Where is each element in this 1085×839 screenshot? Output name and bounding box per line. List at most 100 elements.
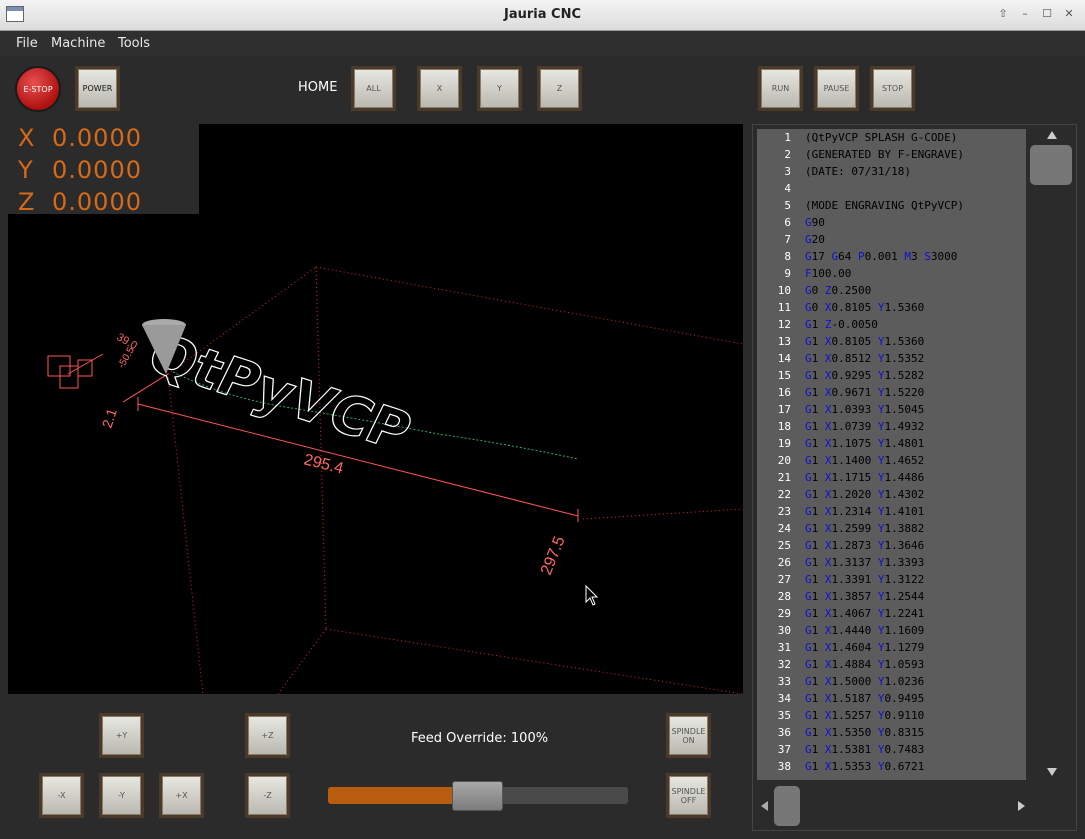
maximize-window-icon[interactable]: ☐ — [1038, 6, 1056, 22]
work-envelope — [167, 266, 743, 694]
gcode-line[interactable]: 12 G1 Z-0.0050 — [757, 316, 1026, 333]
spindle-off-button[interactable]: SPINDLE OFF — [666, 773, 711, 818]
gcode-line-text: (GENERATED BY F-ENGRAVE) — [805, 148, 964, 161]
close-window-icon[interactable]: ✕ — [1060, 6, 1078, 22]
gcode-line[interactable]: 26 G1 X1.3137 Y1.3393 — [757, 554, 1026, 571]
menu-machine[interactable]: Machine — [51, 36, 105, 51]
jog-plus-y-button[interactable]: +Y — [99, 713, 144, 758]
gcode-line[interactable]: 22 G1 X1.2020 Y1.4302 — [757, 486, 1026, 503]
gcode-line-text: G1 X1.3857 Y1.2544 — [805, 590, 925, 603]
gcode-line[interactable]: 23 G1 X1.2314 Y1.4101 — [757, 503, 1026, 520]
power-button[interactable]: POWER — [75, 66, 120, 111]
scroll-up-arrow-icon[interactable] — [1047, 131, 1057, 139]
gcode-line-number: 37 — [777, 743, 791, 756]
gcode-line[interactable]: 19 G1 X1.1075 Y1.4801 — [757, 435, 1026, 452]
gcode-line-number: 9 — [784, 267, 791, 280]
gcode-line-text: G1 X0.8105 Y1.5360 — [805, 335, 925, 348]
scroll-right-arrow-icon[interactable] — [1018, 801, 1025, 811]
home-all-button[interactable]: ALL — [351, 66, 396, 111]
gcode-line-number: 31 — [777, 641, 791, 654]
gcode-line[interactable]: 37 G1 X1.5381 Y0.7483 — [757, 741, 1026, 758]
jog-plus-x-button[interactable]: +X — [159, 773, 204, 818]
dro-panel: X 0.0000 Y 0.0000 Z 0.0000 — [8, 124, 199, 216]
gcode-line[interactable]: 29 G1 X1.4067 Y1.2241 — [757, 605, 1026, 622]
gcode-line[interactable]: 32 G1 X1.4884 Y1.0593 — [757, 656, 1026, 673]
gcode-line[interactable]: 24 G1 X1.2599 Y1.3882 — [757, 520, 1026, 537]
spindle-on-button[interactable]: SPINDLE ON — [666, 713, 711, 758]
dro-z: Z 0.0000 — [18, 188, 142, 216]
jog-minus-x-button[interactable]: -X — [39, 773, 84, 818]
jog-minus-z-button[interactable]: -Z — [245, 773, 290, 818]
run-button[interactable]: RUN — [758, 66, 803, 111]
gcode-line[interactable]: 14 G1 X0.8512 Y1.5352 — [757, 350, 1026, 367]
gcode-line[interactable]: 34 G1 X1.5187 Y0.9495 — [757, 690, 1026, 707]
gcode-line[interactable]: 21 G1 X1.1715 Y1.4486 — [757, 469, 1026, 486]
gcode-editor[interactable]: 1 (QtPyVCP SPLASH G-CODE) 2 (GENERATED BY F… — [757, 129, 1026, 780]
gcode-line[interactable]: 11 G0 X0.8105 Y1.5360 — [757, 299, 1026, 316]
gcode-line[interactable]: 15 G1 X0.9295 Y1.5282 — [757, 367, 1026, 384]
gcode-line[interactable]: 6 G90 — [757, 214, 1026, 231]
gcode-line-number: 23 — [777, 505, 791, 518]
gcode-line-text: G1 X1.1715 Y1.4486 — [805, 471, 925, 484]
mouse-cursor-icon — [585, 585, 599, 606]
gcode-line[interactable]: 35 G1 X1.5257 Y0.9110 — [757, 707, 1026, 724]
gcode-line[interactable]: 4 — [757, 180, 1026, 197]
gcode-line-number: 34 — [777, 692, 791, 705]
gcode-line-number: 18 — [777, 420, 791, 433]
gcode-horizontal-scrollbar[interactable] — [757, 782, 1025, 828]
gcode-line[interactable]: 33 G1 X1.5000 Y1.0236 — [757, 673, 1026, 690]
feed-override-handle[interactable] — [452, 781, 503, 811]
gcode-line-number: 5 — [784, 199, 791, 212]
gcode-line-text: (MODE ENGRAVING QtPyVCP) — [805, 199, 964, 212]
gcode-line[interactable]: 5 (MODE ENGRAVING QtPyVCP) — [757, 197, 1026, 214]
gcode-line[interactable]: 17 G1 X1.0393 Y1.5045 — [757, 401, 1026, 418]
scroll-down-arrow-icon[interactable] — [1047, 768, 1057, 776]
gcode-line[interactable]: 1 (QtPyVCP SPLASH G-CODE) — [757, 129, 1026, 146]
estop-button[interactable]: E-STOP — [15, 66, 61, 112]
gcode-line[interactable]: 9 F100.00 — [757, 265, 1026, 282]
gcode-line[interactable]: 13 G1 X0.8105 Y1.5360 — [757, 333, 1026, 350]
shade-window-icon[interactable]: ⇧ — [994, 6, 1012, 22]
jog-plus-z-button[interactable]: +Z — [245, 713, 290, 758]
gcode-line[interactable]: 20 G1 X1.1400 Y1.4652 — [757, 452, 1026, 469]
gcode-line[interactable]: 3 (DATE: 07/31/18) — [757, 163, 1026, 180]
title-bar: Jauria CNC ⇧ – ☐ ✕ — [0, 0, 1085, 31]
gcode-line[interactable]: 16 G1 X0.9671 Y1.5220 — [757, 384, 1026, 401]
minimize-window-icon[interactable]: – — [1016, 6, 1034, 22]
gcode-line[interactable]: 10 G0 Z0.2500 — [757, 282, 1026, 299]
pause-button[interactable]: PAUSE — [814, 66, 859, 111]
home-y-button[interactable]: Y — [477, 66, 522, 111]
home-x-button[interactable]: X — [417, 66, 462, 111]
gcode-line-text: G1 X1.5381 Y0.7483 — [805, 743, 925, 756]
home-z-button[interactable]: Z — [537, 66, 582, 111]
gcode-line[interactable]: 31 G1 X1.4604 Y1.1279 — [757, 639, 1026, 656]
gcode-line-number: 17 — [777, 403, 791, 416]
gcode-horizontal-scroll-thumb[interactable] — [774, 786, 800, 826]
gcode-line[interactable]: 25 G1 X1.2873 Y1.3646 — [757, 537, 1026, 554]
gcode-vertical-scroll-thumb[interactable] — [1030, 145, 1072, 185]
menu-tools[interactable]: Tools — [118, 36, 150, 51]
gcode-line-text: G90 — [805, 216, 825, 229]
gcode-vertical-scrollbar[interactable] — [1028, 129, 1074, 780]
gcode-line-text: G1 X1.2599 Y1.3882 — [805, 522, 925, 535]
gcode-line[interactable]: 36 G1 X1.5350 Y0.8315 — [757, 724, 1026, 741]
gcode-line-text: G1 X1.1075 Y1.4801 — [805, 437, 925, 450]
gcode-line[interactable]: 8 G17 G64 P0.001 M3 S3000 — [757, 248, 1026, 265]
gcode-line[interactable]: 27 G1 X1.3391 Y1.3122 — [757, 571, 1026, 588]
gcode-line-number: 29 — [777, 607, 791, 620]
gcode-line[interactable]: 30 G1 X1.4440 Y1.1609 — [757, 622, 1026, 639]
gcode-line[interactable]: 7 G20 — [757, 231, 1026, 248]
scroll-left-arrow-icon[interactable] — [761, 801, 768, 811]
gcode-line-number: 16 — [777, 386, 791, 399]
jog-minus-y-button[interactable]: -Y — [99, 773, 144, 818]
gcode-line-text: G1 X1.5257 Y0.9110 — [805, 709, 925, 722]
feed-override-label: Feed Override: 100% — [411, 731, 549, 746]
gcode-line[interactable]: 2 (GENERATED BY F-ENGRAVE) — [757, 146, 1026, 163]
gcode-line[interactable]: 18 G1 X1.0739 Y1.4932 — [757, 418, 1026, 435]
menu-file[interactable]: File — [16, 36, 38, 51]
gcode-line-text: (QtPyVCP SPLASH G-CODE) — [805, 131, 958, 144]
gcode-line[interactable]: 28 G1 X1.3857 Y1.2544 — [757, 588, 1026, 605]
gcode-line-number: 15 — [777, 369, 791, 382]
gcode-line[interactable]: 38 G1 X1.5353 Y0.6721 — [757, 758, 1026, 775]
stop-button[interactable]: STOP — [870, 66, 915, 111]
